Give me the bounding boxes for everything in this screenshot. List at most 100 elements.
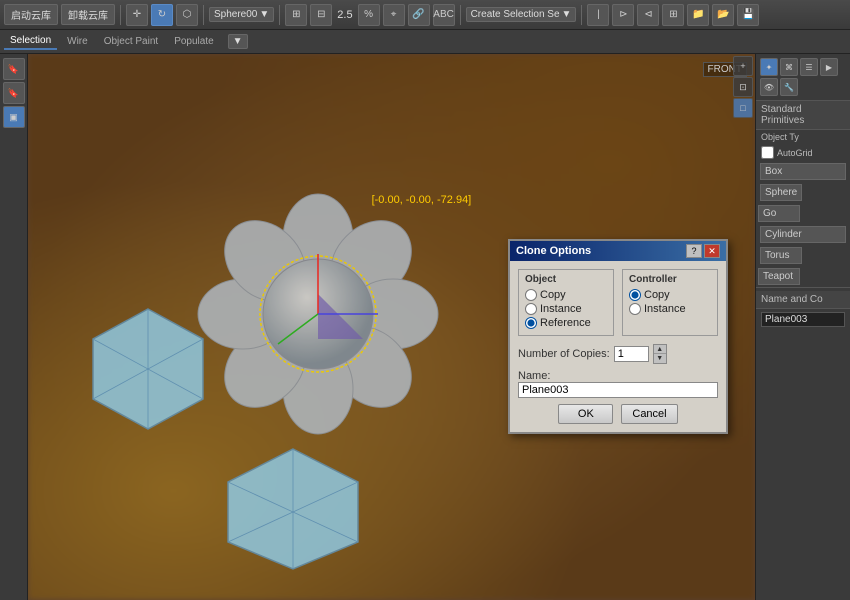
viewport-mini-toolbar: + ⊡ □: [731, 54, 755, 120]
top-toolbar: 启动云库 卸载云库 ✛ ↻ ⬡ Sphere00 ▼ ⊞ ⊟ 2.5 % ⌖ 🔗…: [0, 0, 850, 30]
dialog-buttons: OK Cancel: [518, 404, 718, 424]
tool-icon3[interactable]: %: [358, 4, 380, 26]
vmt-btn2[interactable]: ⊡: [733, 77, 753, 97]
create-selection-dropdown[interactable]: Create Selection Se ▼: [466, 7, 577, 22]
spin-up[interactable]: ▲: [654, 345, 666, 354]
dialog-close-btn[interactable]: ✕: [704, 244, 720, 258]
tab-populate[interactable]: Populate: [168, 34, 219, 49]
cancel-button[interactable]: Cancel: [621, 404, 677, 424]
scale-icon[interactable]: ⬡: [176, 4, 198, 26]
object-type-row: Object Ty: [756, 130, 850, 144]
launch-cloud-btn[interactable]: 启动云库: [4, 4, 58, 25]
autogrid-row[interactable]: AutoGrid: [756, 144, 850, 161]
tool-icon6[interactable]: ABC: [433, 4, 455, 26]
sphere-btn[interactable]: Sphere: [760, 184, 802, 201]
nav-icon6[interactable]: 📂: [712, 4, 734, 26]
tool-icon1[interactable]: ⊞: [285, 4, 307, 26]
copies-spinner[interactable]: ▲ ▼: [653, 344, 667, 364]
go-btn[interactable]: Go: [758, 205, 800, 222]
radio-instance-obj[interactable]: Instance: [525, 303, 607, 315]
dialog-help-btn[interactable]: ?: [686, 244, 702, 258]
rotate-icon[interactable]: ↻: [151, 4, 173, 26]
nav-icon7[interactable]: 💾: [737, 4, 759, 26]
autogrid-label: AutoGrid: [777, 148, 813, 158]
right-panel-icons: ✦ ⌘ ☰ ▶ 👁 🔧: [756, 54, 850, 101]
rp-icon-motion[interactable]: ▶: [820, 58, 838, 76]
nav-icon1[interactable]: |: [587, 4, 609, 26]
vmt-btn1[interactable]: +: [733, 56, 753, 76]
radio-copy-obj[interactable]: Copy: [525, 289, 607, 301]
rp-icon-create[interactable]: ✦: [760, 58, 778, 76]
left-btn2[interactable]: 🔖: [3, 82, 25, 104]
copies-row: Number of Copies: ▲ ▼: [518, 344, 718, 364]
dialog-controls: ? ✕: [686, 244, 720, 258]
tab-object-paint[interactable]: Object Paint: [98, 34, 164, 49]
standard-primitives-title: Standard Primitives: [756, 101, 850, 130]
radio-copy-ctrl-label: Copy: [644, 289, 670, 301]
teapot-btn[interactable]: Teapot: [758, 268, 800, 285]
copies-input[interactable]: [614, 346, 649, 362]
dialog-option-groups: Object Copy Instance Reference: [518, 269, 718, 336]
ok-button[interactable]: OK: [558, 404, 613, 424]
nav-icon2[interactable]: ⊳: [612, 4, 634, 26]
viewport: FRONT [-0.00, -0.00, -72.94]: [28, 54, 755, 600]
controller-group-title: Controller: [629, 274, 711, 285]
rp-icon-hierarchy[interactable]: ☰: [800, 58, 818, 76]
tab-wire[interactable]: Wire: [61, 34, 94, 49]
left-toolbar: 🔖 🔖 ▣: [0, 54, 28, 600]
left-btn1[interactable]: 🔖: [3, 58, 25, 80]
box-btn[interactable]: Box: [760, 163, 846, 180]
populate-dropdown[interactable]: ▼: [228, 34, 248, 49]
nav-icon4[interactable]: ⊞: [662, 4, 684, 26]
object-type-label: Object Ty: [761, 132, 799, 142]
radio-instance-ctrl[interactable]: Instance: [629, 303, 711, 315]
rp-icon-modify[interactable]: ⌘: [780, 58, 798, 76]
tool-icon4[interactable]: ⌖: [383, 4, 405, 26]
radio-reference-obj-label: Reference: [540, 317, 591, 329]
name-input[interactable]: [518, 382, 718, 398]
nav-icon5[interactable]: 📁: [687, 4, 709, 26]
hex-left: [83, 304, 213, 434]
separator4: [460, 5, 461, 25]
clone-dialog: Clone Options ? ✕ Object Copy: [508, 239, 728, 434]
name-section-title: Name and Co: [756, 291, 850, 309]
object-name-field[interactable]: [761, 312, 845, 327]
move-icon[interactable]: ✛: [126, 4, 148, 26]
flower-object: [178, 174, 458, 454]
radio-instance-ctrl-label: Instance: [644, 303, 686, 315]
tab-selection[interactable]: Selection: [4, 33, 57, 50]
torus-btn[interactable]: Torus: [760, 247, 802, 264]
spin-down[interactable]: ▼: [654, 354, 666, 363]
second-toolbar: Selection Wire Object Paint Populate ▼: [0, 30, 850, 54]
unload-cloud-btn[interactable]: 卸载云库: [61, 4, 115, 25]
right-panel: ✦ ⌘ ☰ ▶ 👁 🔧 Standard Primitives Object T…: [755, 54, 850, 600]
main-area: 🔖 🔖 ▣ FRONT [-0.00, -0.00, -72.94]: [0, 54, 850, 600]
tool-icon5[interactable]: 🔗: [408, 4, 430, 26]
name-section: Name and Co: [756, 287, 850, 330]
name-label: Name:: [518, 370, 718, 382]
tool-icon2[interactable]: ⊟: [310, 4, 332, 26]
left-btn3[interactable]: ▣: [3, 106, 25, 128]
radio-reference-obj[interactable]: Reference: [525, 317, 607, 329]
radio-instance-obj-label: Instance: [540, 303, 582, 315]
dialog-titlebar: Clone Options ? ✕: [510, 241, 726, 261]
rp-icon-display[interactable]: 👁: [760, 78, 778, 96]
autogrid-checkbox[interactable]: [761, 146, 774, 159]
sphere-dropdown[interactable]: Sphere00 ▼: [209, 7, 274, 22]
object-group-title: Object: [525, 274, 607, 285]
controller-group: Controller Copy Instance: [622, 269, 718, 336]
cylinder-btn[interactable]: Cylinder: [760, 226, 846, 243]
nav-icon3[interactable]: ⊲: [637, 4, 659, 26]
name-row: Name:: [518, 370, 718, 398]
radio-copy-ctrl[interactable]: Copy: [629, 289, 711, 301]
rp-icon-utilities[interactable]: 🔧: [780, 78, 798, 96]
dialog-title: Clone Options: [516, 245, 591, 257]
separator5: [581, 5, 582, 25]
dialog-body: Object Copy Instance Reference: [510, 261, 726, 432]
vmt-btn3[interactable]: □: [733, 98, 753, 118]
hex-bottom: [218, 444, 368, 574]
separator1: [120, 5, 121, 25]
object-group: Object Copy Instance Reference: [518, 269, 614, 336]
copies-label: Number of Copies:: [518, 348, 610, 360]
separator2: [203, 5, 204, 25]
